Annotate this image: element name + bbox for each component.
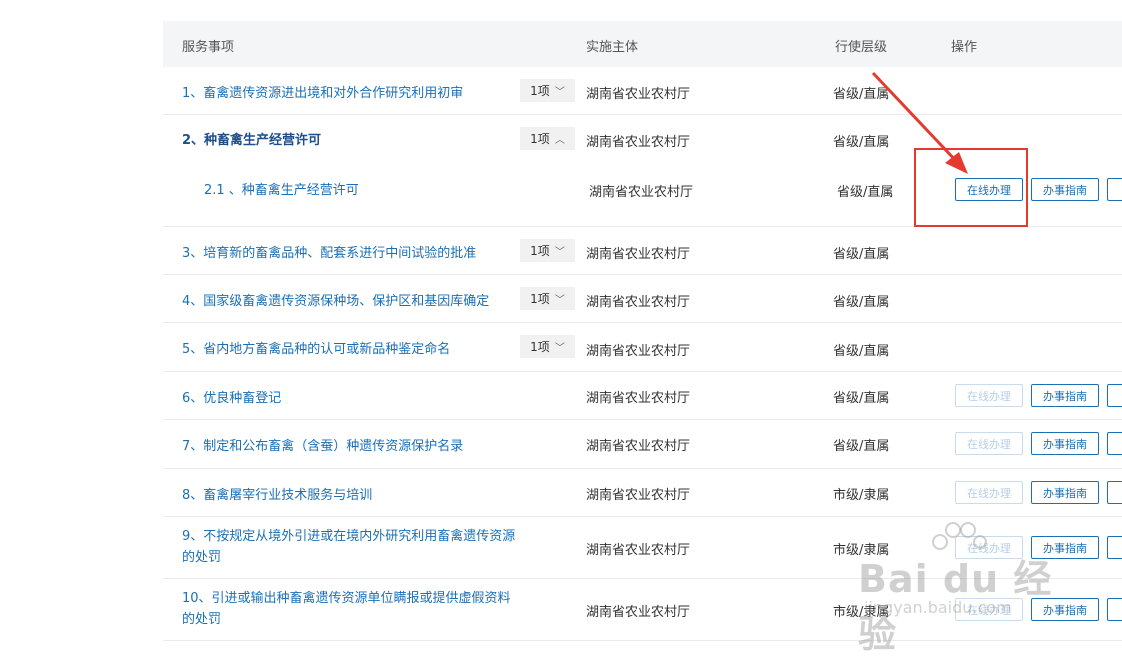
annotation-arrow-icon xyxy=(871,71,968,174)
